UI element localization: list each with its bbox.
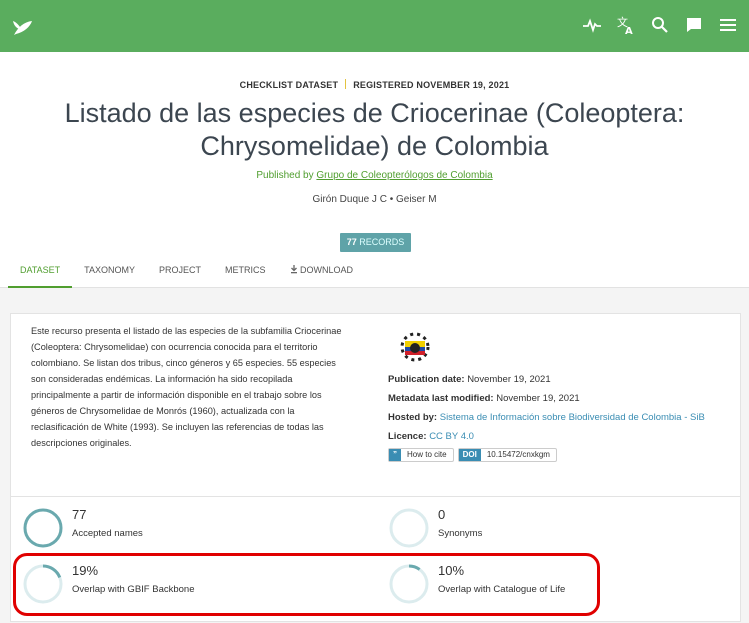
stat-label: Accepted names [72, 528, 143, 539]
tab-download-label: DOWNLOAD [300, 265, 354, 275]
progress-ring-icon [389, 508, 429, 548]
hosted-by-link[interactable]: Sistema de Información sobre Biodiversid… [440, 412, 705, 423]
progress-ring-fill [23, 508, 63, 548]
dataset-metadata: Publication date: November 19, 2021 Meta… [388, 372, 728, 462]
stat-accepted-names[interactable]: 77 Accepted names [22, 507, 143, 549]
translate-icon[interactable]: 文A [615, 14, 637, 36]
dataset-type: CHECKLIST DATASET [239, 80, 339, 90]
doi-value: 10.15472/cnxkgm [486, 450, 550, 459]
stat-label: Synonyms [438, 528, 483, 539]
published-by-label: Published by [256, 170, 314, 181]
hosted-by: Hosted by: Sistema de Información sobre … [388, 410, 728, 426]
licence-link[interactable]: CC BY 4.0 [429, 431, 474, 442]
doi-chip[interactable]: DOI 10.15472/cnxkgm [457, 448, 557, 462]
stat-value: 77 [72, 507, 87, 522]
top-navigation-bar: 文A [0, 0, 749, 52]
gbif-leaf-icon[interactable] [10, 13, 36, 39]
metadata-modified-value: November 19, 2021 [496, 393, 580, 404]
tab-taxonomy[interactable]: TAXONOMY [72, 263, 147, 288]
search-icon[interactable] [649, 14, 671, 36]
publisher-link[interactable]: Grupo de Coleopterólogos de Colombia [316, 170, 492, 181]
authors: Girón Duque J C • Geiser M [312, 194, 437, 205]
registered-date: REGISTERED NOVEMBER 19, 2021 [353, 80, 510, 90]
hamburger-menu-icon[interactable] [717, 14, 739, 36]
dataset-description: Este recurso presenta el listado de las … [31, 326, 342, 448]
tab-project[interactable]: PROJECT [147, 263, 213, 288]
records-label: RECORDS [359, 237, 405, 247]
tab-dataset[interactable]: DATASET [8, 263, 73, 288]
doi-label: DOI [458, 449, 481, 461]
records-count: 77 [346, 237, 357, 247]
records-badge[interactable]: 77 RECORDS [340, 233, 411, 252]
publication-date: Publication date: November 19, 2021 [388, 372, 728, 388]
tab-download[interactable]: DOWNLOAD [278, 263, 366, 288]
licence-label: Licence: [388, 431, 427, 442]
tab-metrics[interactable]: METRICS [213, 263, 278, 288]
activity-icon[interactable] [581, 14, 603, 36]
how-to-cite-button[interactable]: ” How to cite [388, 448, 454, 462]
hosted-by-label: Hosted by: [388, 412, 438, 423]
tab-bar: DATASET TAXONOMY PROJECT METRICS DOWNLOA… [8, 263, 365, 288]
metadata-modified: Metadata last modified: November 19, 202… [388, 391, 728, 407]
chat-bubble-icon[interactable] [683, 14, 705, 36]
stat-synonyms[interactable]: 0 Synonyms [388, 507, 482, 549]
progress-ring-icon [23, 508, 63, 548]
dataset-summary-card: Este recurso presenta el listado de las … [10, 313, 741, 497]
licence: Licence: CC BY 4.0 [388, 429, 728, 445]
highlight-annotation [13, 553, 600, 616]
dataset-meta-line: CHECKLIST DATASET REGISTERED NOVEMBER 19,… [0, 79, 749, 90]
dataset-header: CHECKLIST DATASET REGISTERED NOVEMBER 19,… [0, 52, 749, 288]
stat-value: 0 [438, 507, 446, 522]
publisher-line: Published by Grupo de Coleopterólogos de… [0, 170, 749, 181]
publication-date-value: November 19, 2021 [467, 374, 551, 385]
svg-text:A: A [625, 26, 633, 35]
download-icon [290, 265, 301, 275]
page-title: Listado de las especies de Criocerinae (… [64, 98, 685, 161]
how-to-cite-label: How to cite [407, 450, 447, 459]
publisher-logo [396, 327, 434, 369]
publication-date-label: Publication date: [388, 374, 465, 385]
quote-icon: ” [389, 449, 401, 461]
metadata-modified-label: Metadata last modified: [388, 393, 494, 404]
